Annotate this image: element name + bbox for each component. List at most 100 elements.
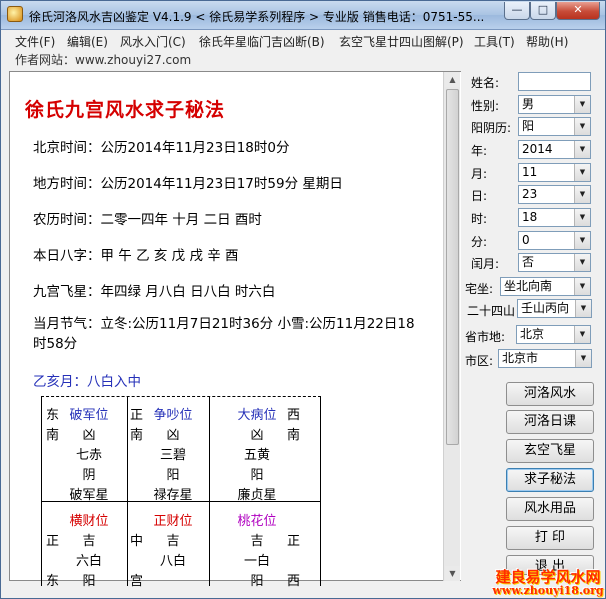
province-select[interactable]: 北京 ▼	[516, 325, 591, 344]
palace-star: 五黄	[243, 448, 270, 463]
palace-direction: 正	[46, 534, 60, 549]
palace-direction: 南	[46, 428, 60, 443]
dropdown-arrow-icon[interactable]: ▼	[574, 326, 590, 343]
nine-palace-stars: 九宫飞星：年四绿 月八白 日八白 时六白	[33, 284, 276, 300]
beijing-time: 北京时间：公历2014年11月23日18时0分	[33, 140, 290, 156]
month-star: 乙亥月：八白入中	[33, 374, 141, 390]
fengshui-items-button[interactable]: 风水用品	[506, 497, 594, 521]
hour-value: 18	[522, 210, 538, 224]
dropdown-arrow-icon[interactable]: ▼	[574, 232, 590, 249]
name-label: 姓名:	[471, 76, 500, 90]
dropdown-arrow-icon[interactable]: ▼	[574, 118, 590, 135]
heluo-fengshui-button[interactable]: 河洛风水	[506, 382, 594, 406]
house-facing-value: 坐北向南	[504, 279, 553, 293]
gender-select[interactable]: 男 ▼	[518, 95, 591, 114]
menu-tools[interactable]: 工具(T)	[474, 33, 515, 50]
window-title: 徐氏河洛风水吉凶鉴定 V4.1.9 < 徐氏易学系列程序 > 专业版 销售电话：…	[29, 10, 485, 24]
palace-direction: 正	[130, 408, 144, 423]
name-input[interactable]	[518, 72, 591, 91]
palace-direction: 中	[130, 534, 144, 549]
report-title: 徐氏九宫风水求子秘法	[25, 99, 226, 121]
minute-label: 分:	[471, 235, 488, 249]
scroll-up-arrow-icon[interactable]: ▲	[445, 72, 460, 87]
mountain-select[interactable]: 壬山丙向 ▼	[517, 299, 592, 318]
scroll-down-arrow-icon[interactable]: ▼	[445, 566, 460, 581]
month-label: 月:	[471, 167, 488, 181]
author-website: 作者网站：www.zhouyi27.com	[15, 53, 192, 67]
palace-direction: 南	[286, 428, 300, 443]
palace-star-name: 破军星	[69, 488, 109, 503]
grid-line-right	[320, 396, 321, 586]
watermark-line1: 建良易学风水网	[495, 568, 601, 586]
leap-month-label: 闰月:	[471, 257, 500, 271]
dropdown-arrow-icon[interactable]: ▼	[574, 141, 590, 158]
dropdown-arrow-icon[interactable]: ▼	[575, 300, 591, 317]
hour-select[interactable]: 18 ▼	[518, 208, 591, 227]
hour-label: 时:	[471, 212, 488, 226]
day-value: 23	[522, 187, 538, 201]
day-select[interactable]: 23 ▼	[518, 185, 591, 204]
maximize-button[interactable]: □	[530, 2, 556, 20]
flying-star-button[interactable]: 玄空飞星	[506, 439, 594, 463]
palace-direction: 西	[286, 408, 300, 423]
leap-month-value: 否	[522, 255, 535, 269]
month-select[interactable]: 11 ▼	[518, 163, 591, 182]
palace-cell: 正争吵位 南凶 三碧 阳 禄存星	[130, 406, 216, 506]
minute-select[interactable]: 0 ▼	[518, 231, 591, 250]
menu-edit[interactable]: 编辑(E)	[67, 33, 108, 50]
grid-line-left	[41, 396, 42, 586]
province-value: 北京	[520, 327, 545, 341]
dropdown-arrow-icon[interactable]: ▼	[574, 164, 590, 181]
print-button[interactable]: 打 印	[506, 526, 594, 550]
watermark-line2: www.zhouyi18.org	[492, 584, 604, 597]
app-icon	[7, 6, 23, 22]
palace-yinyang: 阳	[250, 468, 264, 483]
year-select[interactable]: 2014 ▼	[518, 140, 591, 159]
year-value: 2014	[522, 142, 553, 156]
palace-direction: 宫	[130, 574, 144, 589]
palace-cell: 桃花位 吉正 一白 阳西	[214, 512, 300, 592]
palace-cell: 大病位西 凶南 五黄 阳 廉贞星	[214, 406, 300, 506]
year-label: 年:	[471, 144, 488, 158]
gender-value: 男	[522, 97, 535, 111]
city-select[interactable]: 北京市 ▼	[498, 349, 592, 368]
palace-star: 七赤	[75, 448, 102, 463]
lunar-time: 农历时间：二零一四年 十月 二日 酉时	[33, 212, 262, 228]
menu-file[interactable]: 文件(F)	[15, 33, 55, 50]
site-watermark: 建良易学风水网 www.zhouyi18.org	[489, 569, 606, 597]
palace-direction: 正	[286, 534, 300, 549]
day-label: 日:	[471, 189, 488, 203]
dropdown-arrow-icon[interactable]: ▼	[574, 186, 590, 203]
menu-year-star[interactable]: 徐氏年星临门吉凶断(B)	[199, 33, 325, 50]
heluo-daily-button[interactable]: 河洛日课	[506, 410, 594, 434]
palace-cell: 横财位 正吉 六白 东阳	[46, 512, 132, 592]
vertical-scrollbar[interactable]: ▲ ▼	[443, 72, 460, 581]
palace-star: 三碧	[159, 448, 186, 463]
house-facing-label: 宅坐:	[465, 282, 494, 296]
dropdown-arrow-icon[interactable]: ▼	[574, 209, 590, 226]
menu-fengshui-intro[interactable]: 风水入门(C)	[120, 33, 186, 50]
calendar-select[interactable]: 阳 ▼	[518, 117, 591, 136]
close-button[interactable]: ✕	[556, 2, 600, 20]
city-value: 北京市	[502, 351, 539, 365]
palace-cell: 正财位 中吉 八白 宫	[130, 512, 216, 592]
palace-yinyang: 阳	[166, 468, 180, 483]
title-bar: 徐氏河洛风水吉凶鉴定 V4.1.9 < 徐氏易学系列程序 > 专业版 销售电话：…	[1, 1, 605, 30]
dropdown-arrow-icon[interactable]: ▼	[574, 278, 590, 295]
house-facing-select[interactable]: 坐北向南 ▼	[500, 277, 591, 296]
leap-month-select[interactable]: 否 ▼	[518, 253, 591, 272]
dropdown-arrow-icon[interactable]: ▼	[575, 350, 591, 367]
palace-star-name: 禄存星	[153, 488, 193, 503]
local-time: 地方时间：公历2014年11月23日17时59分 星期日	[33, 176, 343, 192]
menu-help[interactable]: 帮助(H)	[526, 33, 568, 50]
dropdown-arrow-icon[interactable]: ▼	[574, 254, 590, 271]
province-label: 省市地:	[465, 330, 506, 344]
grid-line-top	[41, 396, 321, 397]
palace-position: 横财位	[69, 514, 109, 529]
dropdown-arrow-icon[interactable]: ▼	[574, 96, 590, 113]
menu-flying-star[interactable]: 玄空飞星廿四山图解(P)	[339, 33, 464, 50]
scroll-thumb[interactable]	[446, 89, 459, 445]
fertility-method-button[interactable]: 求子秘法	[506, 468, 594, 492]
minimize-button[interactable]: —	[504, 2, 530, 20]
app-window: 徐氏河洛风水吉凶鉴定 V4.1.9 < 徐氏易学系列程序 > 专业版 销售电话：…	[0, 0, 606, 599]
